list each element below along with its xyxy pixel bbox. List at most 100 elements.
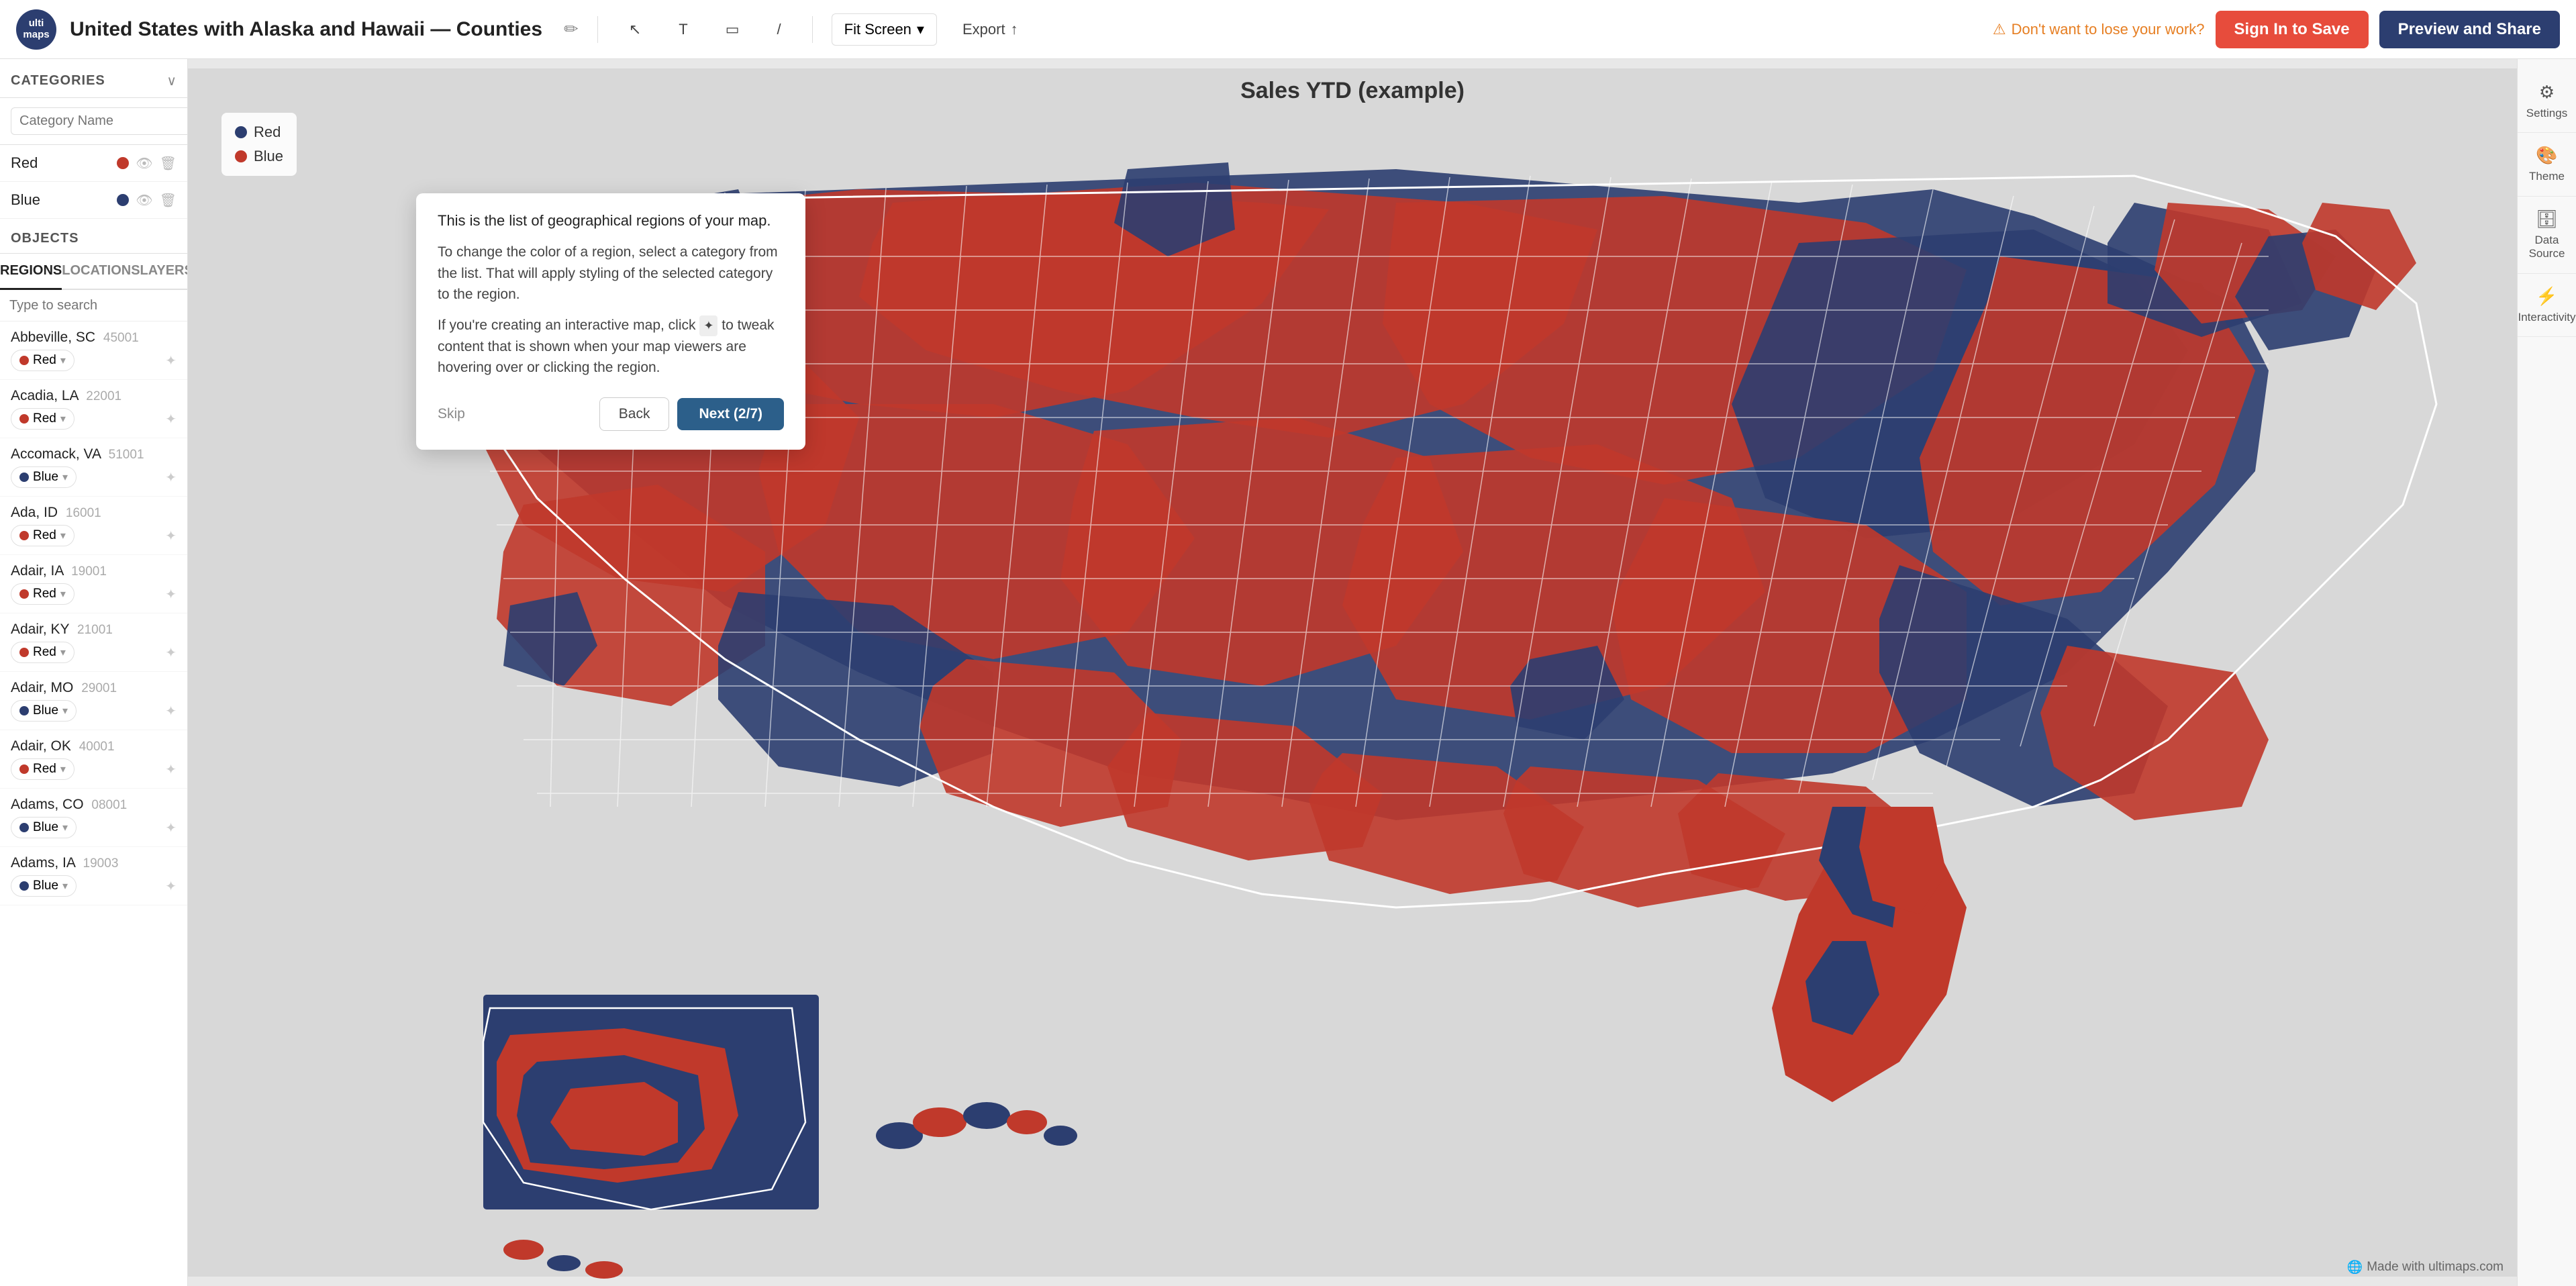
region-cat-chevron: ▾ — [62, 471, 68, 484]
logo[interactable]: ulti maps — [16, 9, 56, 50]
tooltip-popup: This is the list of geographical regions… — [416, 193, 805, 450]
region-settings-icon[interactable]: ✦ — [165, 878, 177, 895]
region-category-badge[interactable]: Blue ▾ — [11, 875, 77, 897]
category-eye-red[interactable]: 👁 — [136, 155, 152, 172]
region-id: 08001 — [91, 798, 127, 812]
region-settings-icon[interactable]: ✦ — [165, 644, 177, 661]
region-name: Accomack, VA 51001 — [11, 446, 177, 462]
top-bar: ulti maps United States with Alaska and … — [0, 0, 2576, 59]
region-cat-label: Red — [33, 353, 56, 368]
region-category-row: Red ▾ ✦ — [11, 525, 177, 546]
region-cat-label: Blue — [33, 879, 58, 893]
tooltip-back-button[interactable]: Back — [599, 397, 670, 431]
categories-collapse-icon[interactable]: ∨ — [166, 72, 177, 89]
tabs-row: REGIONS LOCATIONS LAYERS — [0, 254, 187, 290]
fit-screen-button[interactable]: Fit Screen ▾ — [832, 13, 937, 46]
tab-layers[interactable]: LAYERS — [140, 254, 188, 290]
region-settings-icon[interactable]: ✦ — [165, 703, 177, 720]
category-delete-red[interactable]: 🗑 — [160, 155, 177, 172]
region-name: Adams, IA 19003 — [11, 855, 177, 871]
export-icon: ↑ — [1011, 21, 1018, 38]
region-row: Adams, CO 08001 Blue ▾ ✦ — [0, 789, 187, 847]
region-id: 45001 — [103, 331, 139, 345]
region-cat-dot — [19, 531, 29, 540]
category-delete-blue[interactable]: 🗑 — [160, 192, 177, 209]
region-id: 51001 — [109, 448, 144, 462]
region-cat-dot — [19, 414, 29, 424]
region-settings-icon[interactable]: ✦ — [165, 761, 177, 778]
region-cat-label: Red — [33, 528, 56, 543]
region-category-row: Blue ▾ ✦ — [11, 817, 177, 838]
region-name: Adair, OK 40001 — [11, 738, 177, 754]
sidebar-item-interactivity[interactable]: ⚡ Interactivity — [2518, 274, 2576, 337]
categories-header: CATEGORIES ∨ — [0, 59, 187, 98]
region-category-badge[interactable]: Blue ▾ — [11, 700, 77, 722]
region-settings-icon[interactable]: ✦ — [165, 469, 177, 486]
region-cat-label: Red — [33, 645, 56, 660]
region-category-badge[interactable]: Red ▾ — [11, 758, 75, 780]
category-name-input[interactable] — [11, 107, 188, 135]
region-category-badge[interactable]: Blue ▾ — [11, 817, 77, 838]
region-cat-dot — [19, 648, 29, 657]
left-sidebar: CATEGORIES ∨ Add Red 👁 🗑 Blue 👁 🗑 OBJECT… — [0, 59, 188, 1286]
interactivity-icon: ⚡ — [2536, 286, 2557, 307]
made-with-text: Made with ultimaps.com — [2367, 1260, 2504, 1275]
select-tool-button[interactable]: ↖ — [617, 14, 653, 45]
region-category-badge[interactable]: Red ▾ — [11, 408, 75, 430]
region-name: Abbeville, SC 45001 — [11, 330, 177, 346]
region-category-badge[interactable]: Red ▾ — [11, 583, 75, 605]
region-cat-chevron: ▾ — [60, 646, 66, 659]
region-settings-icon[interactable]: ✦ — [165, 820, 177, 836]
region-settings-icon[interactable]: ✦ — [165, 352, 177, 369]
region-category-badge[interactable]: Blue ▾ — [11, 466, 77, 488]
map-legend: Red Blue — [221, 113, 297, 176]
tooltip-text-3: If you're creating an interactive map, c… — [438, 315, 784, 379]
category-name-blue: Blue — [11, 191, 110, 209]
text-tool-button[interactable]: T — [666, 14, 699, 45]
tooltip-next-button[interactable]: Next (2/7) — [677, 398, 784, 430]
logo-text: ulti maps — [23, 18, 49, 40]
sidebar-item-settings[interactable]: ⚙ Settings — [2518, 70, 2576, 133]
category-eye-blue[interactable]: 👁 — [136, 192, 152, 209]
sidebar-item-theme[interactable]: 🎨 Theme — [2518, 133, 2576, 196]
search-input[interactable] — [9, 298, 187, 313]
map-area[interactable]: Sales YTD (example) — [188, 59, 2517, 1286]
category-color-blue — [117, 194, 129, 206]
region-cat-chevron: ▾ — [60, 354, 66, 367]
region-settings-icon[interactable]: ✦ — [165, 586, 177, 603]
tab-regions[interactable]: REGIONS — [0, 254, 62, 290]
sign-in-button[interactable]: Sign In to Save — [2216, 11, 2369, 48]
region-id: 21001 — [77, 623, 113, 637]
tooltip-skip-button[interactable]: Skip — [438, 399, 465, 429]
tab-locations[interactable]: LOCATIONS — [62, 254, 140, 290]
region-cat-chevron: ▾ — [60, 529, 66, 542]
theme-icon: 🎨 — [2536, 145, 2557, 166]
region-category-row: Red ▾ ✦ — [11, 583, 177, 605]
region-cat-label: Red — [33, 587, 56, 601]
region-name: Adair, IA 19001 — [11, 563, 177, 579]
legend-label-blue: Blue — [254, 148, 283, 165]
export-button[interactable]: Export ↑ — [950, 14, 1030, 45]
region-cat-dot — [19, 706, 29, 715]
legend-dot-blue — [235, 150, 247, 162]
region-id: 19003 — [83, 856, 119, 871]
region-cat-dot — [19, 473, 29, 482]
objects-header: OBJECTS — [0, 219, 187, 254]
region-category-badge[interactable]: Red ▾ — [11, 525, 75, 546]
region-settings-icon[interactable]: ✦ — [165, 528, 177, 544]
region-category-badge[interactable]: Red ▾ — [11, 642, 75, 663]
region-cat-dot — [19, 881, 29, 891]
preview-share-button[interactable]: Preview and Share — [2379, 11, 2560, 48]
region-cat-chevron: ▾ — [62, 704, 68, 718]
categories-title: CATEGORIES — [11, 73, 105, 89]
edit-icon[interactable]: ✏ — [564, 19, 579, 40]
line-tool-button[interactable]: / — [765, 14, 793, 45]
region-category-row: Red ▾ ✦ — [11, 408, 177, 430]
warning-message: ⚠ Don't want to lose your work? — [1993, 21, 2205, 38]
sidebar-item-datasource[interactable]: 🗄 Data Source — [2518, 197, 2576, 274]
region-id: 29001 — [81, 681, 117, 695]
region-category-badge[interactable]: Red ▾ — [11, 350, 75, 371]
region-settings-icon[interactable]: ✦ — [165, 411, 177, 428]
rect-tool-button[interactable]: ▭ — [713, 14, 752, 45]
settings-icon: ⚙ — [2539, 82, 2555, 103]
